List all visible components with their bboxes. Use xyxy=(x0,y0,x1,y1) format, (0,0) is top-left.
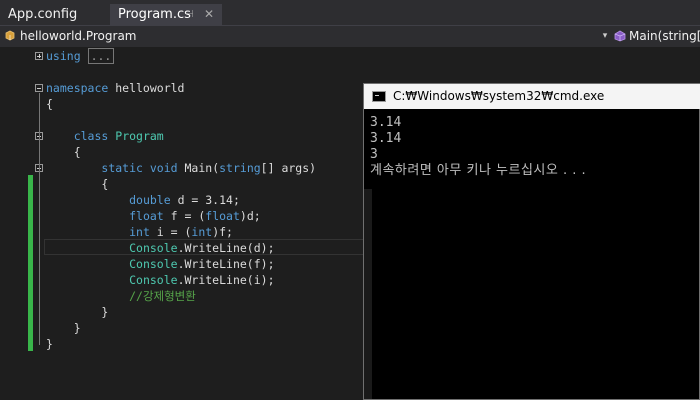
class-selector-dropdown[interactable]: helloworld.Program xyxy=(4,26,612,47)
code-line: using ... xyxy=(46,48,115,64)
console-output-line: 3.14 xyxy=(370,115,402,130)
code-line: Console.WriteLine(f); xyxy=(129,257,275,271)
code-line: static void Main(string[] args) xyxy=(101,161,317,175)
console-output-line: 3.14 xyxy=(370,131,402,146)
console-scrollbar[interactable] xyxy=(364,189,372,399)
code-line: namespace helloworld xyxy=(46,81,185,95)
class-selector-value: helloworld.Program xyxy=(20,29,137,43)
code-line: Console.WriteLine(d); xyxy=(129,241,275,255)
code-line: class Program xyxy=(73,129,164,143)
code-line: float f = (float)d; xyxy=(129,209,261,223)
code-line: } xyxy=(46,337,53,351)
collapsed-region[interactable]: ... xyxy=(87,48,115,64)
code-line: double d = 3.14; xyxy=(129,193,240,207)
tab-program-cs[interactable]: Program.cs ⊣ ✕ xyxy=(110,4,222,25)
tab-app-config[interactable]: App.config xyxy=(0,4,110,25)
fold-guide-line xyxy=(39,93,40,345)
tab-label: Program.cs xyxy=(118,7,191,22)
code-line: } xyxy=(73,321,81,335)
method-icon xyxy=(614,30,626,42)
chevron-down-icon[interactable]: ▾ xyxy=(598,26,612,47)
console-output-line: 계속하려면 아무 키나 누르십시오 . . . xyxy=(370,163,587,178)
code-line: Console.WriteLine(i); xyxy=(129,273,275,287)
collapse-icon[interactable] xyxy=(35,84,43,92)
code-line: { xyxy=(46,97,53,111)
expand-icon[interactable] xyxy=(35,52,43,60)
change-tracking-bar xyxy=(28,175,33,351)
class-icon xyxy=(5,30,15,41)
code-line: int i = (int)f; xyxy=(129,225,233,239)
member-selector-dropdown[interactable]: Main(string[] xyxy=(614,26,700,47)
console-title-bar[interactable]: C:₩Windows₩system32₩cmd.exe xyxy=(364,84,700,109)
tab-label: App.config xyxy=(8,7,78,22)
code-line: //강제형변환 xyxy=(129,289,196,303)
pin-icon[interactable]: ⊣ xyxy=(185,4,194,25)
code-line: { xyxy=(101,177,109,191)
console-output-line: 3 xyxy=(370,147,378,162)
navigation-bar: helloworld.Program ▾ Main(string[] xyxy=(0,25,700,48)
console-output: 3.14 3.14 3 계속하려면 아무 키나 누르십시오 . . . xyxy=(364,109,700,399)
code-line: } xyxy=(101,305,109,319)
command-prompt-icon xyxy=(372,91,386,102)
document-tab-strip: App.config Program.cs ⊣ ✕ xyxy=(0,0,700,25)
close-icon[interactable]: ✕ xyxy=(204,4,214,25)
console-window[interactable]: C:₩Windows₩system32₩cmd.exe 3.14 3.14 3 … xyxy=(363,83,700,400)
indicator-margin xyxy=(0,47,26,400)
console-title: C:₩Windows₩system32₩cmd.exe xyxy=(393,89,605,103)
code-line: { xyxy=(73,145,81,159)
member-selector-value: Main(string[] xyxy=(629,29,700,43)
